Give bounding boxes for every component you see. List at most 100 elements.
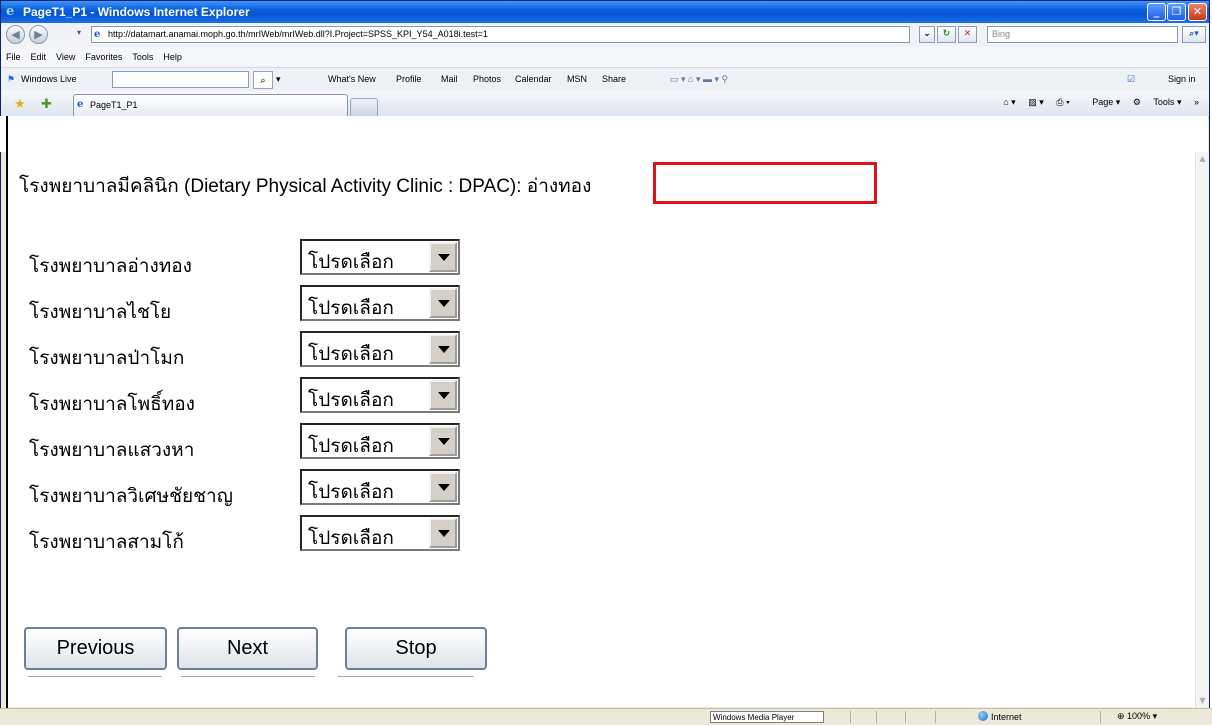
hospital-select[interactable]: โปรดเลือก [300, 285, 460, 321]
menu-file[interactable]: File [1, 47, 26, 62]
menu-tools[interactable]: Tools [127, 47, 158, 62]
globe-icon [978, 711, 988, 721]
live-link-share[interactable]: Share [602, 74, 626, 84]
live-tools-icons[interactable]: ▭ ▾ ⌂ ▾ ▬ ▾ ⚲ [670, 74, 728, 85]
menu-bar: File Edit View Favorites Tools Help [1, 47, 1209, 67]
dropdown-arrow-icon[interactable] [429, 288, 457, 318]
menu-edit[interactable]: Edit [26, 47, 52, 62]
tab-page-icon: e [77, 99, 84, 110]
maximize-button[interactable]: ❐ [1167, 3, 1186, 21]
dropdown-arrow-icon[interactable] [429, 518, 457, 548]
button-underline [28, 676, 162, 677]
address-dropdown-icon[interactable]: ⌄ [919, 26, 935, 43]
address-toolbar: ◀ ▶ ▾ e http://datamart.anamai.moph.go.t… [1, 23, 1209, 48]
page-menu-label: Page [1092, 97, 1114, 107]
windows-live-logo-icon: ⚑ [7, 74, 16, 84]
windows-live-toolbar: ⚑ Windows Live ⌕ ▾ What's New Profile Ma… [1, 67, 1209, 92]
stop-icon[interactable]: ✕ [958, 26, 977, 43]
page-menu[interactable]: Page ▾ [1082, 97, 1120, 107]
status-separator [935, 711, 936, 723]
security-zone[interactable]: Internet [978, 711, 1022, 722]
address-input[interactable]: e http://datamart.anamai.moph.go.th/mrIW… [91, 26, 910, 43]
home-icon[interactable]: ⌂ ▾ [1003, 97, 1015, 107]
scroll-up-icon[interactable]: ▲ [1196, 152, 1209, 165]
live-link-photos[interactable]: Photos [473, 74, 501, 84]
status-separator [905, 711, 906, 723]
live-search-icon[interactable]: ⌕ [253, 71, 273, 89]
hospital-select[interactable]: โปรดเลือก [300, 423, 460, 459]
select-value: โปรดเลือก [308, 436, 394, 457]
page-icon: e [94, 29, 101, 40]
vertical-scrollbar[interactable]: ▲ ▼ [1195, 152, 1209, 707]
status-separator [876, 711, 877, 723]
hospital-label: โรงพยาบาลโพธิ์ทอง [29, 394, 195, 415]
live-options-icon[interactable]: ▾ [276, 74, 281, 85]
search-placeholder: Bing [992, 29, 1011, 39]
forward-button[interactable]: ▶ [29, 25, 48, 44]
dropdown-arrow-icon[interactable] [429, 426, 457, 456]
annotation-highlight-box [653, 162, 877, 204]
minimize-button[interactable]: _ [1147, 3, 1166, 21]
tools-menu[interactable]: ⚙ Tools ▾ [1133, 97, 1182, 107]
ie-logo-icon: e [6, 4, 15, 19]
new-tab-button[interactable] [350, 98, 378, 116]
dropdown-arrow-icon[interactable] [429, 472, 457, 502]
hospital-label: โรงพยาบาลแสวงหา [29, 440, 195, 461]
status-bar: Windows Media Player Internet ⊕ 100% ▾ [0, 708, 1212, 725]
select-value: โปรดเลือก [308, 528, 394, 549]
hospital-select[interactable]: โปรดเลือก [300, 377, 460, 413]
dropdown-arrow-icon[interactable] [429, 334, 457, 364]
tab-bar: ★ ✚ e PageT1_P1 ⌂ ▾ ▨ ▾ ⎙ ▾ Page ▾ ⚙ Too… [1, 91, 1209, 118]
taskbar-item[interactable]: Windows Media Player [710, 711, 824, 723]
menu-help[interactable]: Help [158, 47, 187, 62]
previous-button[interactable]: Previous [24, 627, 167, 670]
feeds-icon[interactable]: ▨ ▾ [1028, 97, 1044, 107]
search-input[interactable]: Bing [987, 26, 1178, 43]
hospital-label: โรงพยาบาลสามโก้ [29, 532, 184, 553]
close-button[interactable]: ✕ [1188, 3, 1207, 21]
live-link-mail[interactable]: Mail [441, 74, 458, 84]
live-link-profile[interactable]: Profile [396, 74, 422, 84]
add-favorite-icon[interactable]: ✚ [41, 96, 52, 112]
menu-view[interactable]: View [51, 47, 80, 62]
tab-paget1-p1[interactable]: e PageT1_P1 [73, 94, 348, 116]
print-icon[interactable]: ⎙ ▾ [1056, 97, 1069, 107]
button-underline [338, 676, 474, 677]
next-button[interactable]: Next [177, 627, 318, 670]
sign-in-link[interactable]: Sign in [1168, 74, 1196, 84]
scroll-down-icon[interactable]: ▼ [1196, 694, 1209, 707]
zoom-icon: ⊕ [1117, 711, 1128, 721]
zone-label: Internet [991, 712, 1022, 722]
hospital-select[interactable]: โปรดเลือก [300, 331, 460, 367]
live-search-input[interactable] [112, 71, 249, 88]
stop-button[interactable]: Stop [345, 627, 487, 670]
hospital-label: โรงพยาบาลอ่างทอง [29, 256, 192, 277]
command-bar: ⌂ ▾ ▨ ▾ ⎙ ▾ Page ▾ ⚙ Tools ▾ » [993, 97, 1199, 108]
zoom-level[interactable]: ⊕ 100% ▾ [1117, 711, 1157, 722]
hospital-label: โรงพยาบาลวิเศษชัยชาญ [29, 486, 233, 507]
hospital-label: โรงพยาบาลป่าโมก [29, 348, 185, 369]
dropdown-arrow-icon[interactable] [429, 242, 457, 272]
select-value: โปรดเลือก [308, 482, 394, 503]
status-separator [1100, 711, 1101, 723]
signin-checkbox-icon[interactable]: ☑ [1127, 74, 1135, 85]
search-icon[interactable]: ⌕▾ [1182, 26, 1206, 43]
windows-live-brand[interactable]: Windows Live [21, 74, 77, 84]
recent-pages-icon[interactable]: ▾ [77, 28, 81, 37]
back-button[interactable]: ◀ [6, 25, 25, 44]
live-link-msn[interactable]: MSN [567, 74, 587, 84]
hospital-select[interactable]: โปรดเลือก [300, 515, 460, 551]
title-bar[interactable]: e PageT1_P1 - Windows Internet Explorer … [1, 1, 1209, 23]
zoom-value: 100% [1127, 711, 1151, 721]
more-commands-icon[interactable]: » [1194, 97, 1199, 107]
hospital-select[interactable]: โปรดเลือก [300, 469, 460, 505]
live-link-whats-new[interactable]: What's New [328, 74, 376, 84]
menu-favorites[interactable]: Favorites [80, 47, 127, 62]
tab-label: PageT1_P1 [90, 100, 138, 110]
dropdown-arrow-icon[interactable] [429, 380, 457, 410]
favorites-star-icon[interactable]: ★ [14, 96, 26, 112]
live-link-calendar[interactable]: Calendar [515, 74, 552, 84]
refresh-icon[interactable]: ↻ [937, 26, 956, 43]
hospital-select[interactable]: โปรดเลือก [300, 239, 460, 275]
content-top [0, 116, 1208, 152]
